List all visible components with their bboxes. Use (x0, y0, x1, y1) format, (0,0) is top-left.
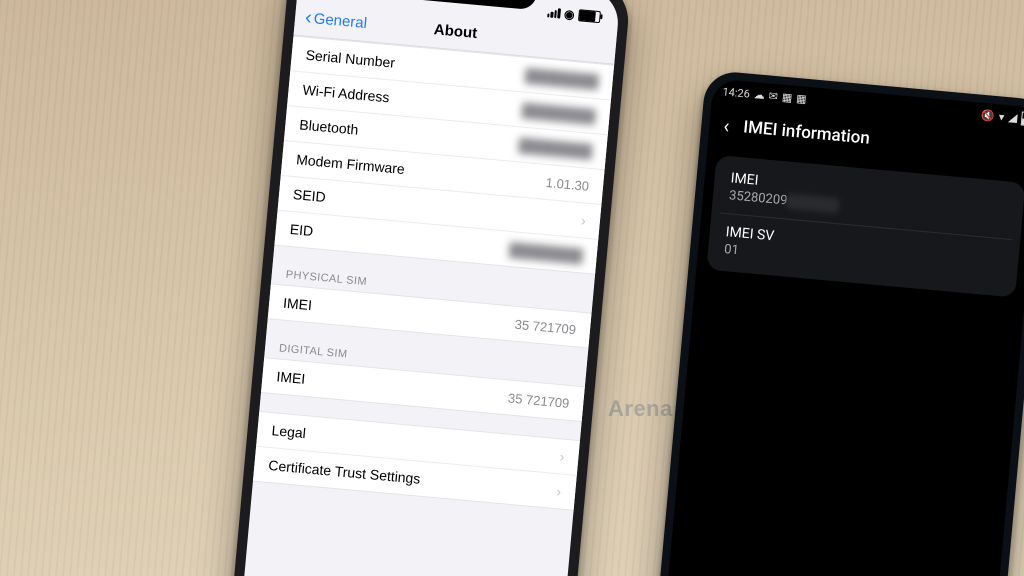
volume-icon: 🔇 (981, 108, 996, 122)
status-time: 14:26 (722, 85, 750, 100)
page-title: IMEI information (742, 117, 870, 148)
notification-icon: ▦ (796, 91, 808, 105)
wifi-icon: ▾ (998, 110, 1005, 123)
notification-icon: ▦ (781, 90, 793, 104)
settings-list[interactable]: Serial Number████████ Wi-Fi Address█████… (253, 35, 614, 510)
back-button[interactable]: ‹ (722, 113, 730, 137)
chevron-right-icon: › (581, 212, 587, 228)
section-legal: Legal› Certificate Trust Settings› (253, 411, 580, 511)
signal-icon (547, 7, 561, 18)
signal-icon (1008, 113, 1018, 123)
battery-icon (578, 9, 601, 23)
notification-icon: ✉ (768, 89, 778, 103)
chevron-right-icon: › (559, 448, 565, 464)
iphone-device: 2:26 ◉ ‹General About Serial Number█████… (230, 0, 631, 576)
imei-card: IMEI 352802090000000 IMEI SV 01 (706, 155, 1024, 298)
notification-icon: ☁ (753, 88, 765, 102)
section-device-info: Serial Number████████ Wi-Fi Address█████… (274, 35, 614, 274)
android-device: 14:26 ☁ ✉ ▦ ▦ 🔇 ▾ ‹ IMEI information (647, 70, 1024, 576)
wifi-icon: ◉ (563, 7, 575, 22)
chevron-right-icon: › (556, 483, 562, 499)
back-button[interactable]: ‹General (304, 9, 367, 32)
android-screen: 14:26 ☁ ✉ ▦ ▦ 🔇 ▾ ‹ IMEI information (656, 78, 1024, 576)
page-title: About (433, 21, 478, 42)
iphone-screen: 2:26 ◉ ‹General About Serial Number█████… (241, 0, 621, 576)
chevron-left-icon: ‹ (305, 17, 312, 18)
scene: Arena.com phoneArena.com ph 2:26 ◉ ‹Gene… (0, 0, 1024, 576)
